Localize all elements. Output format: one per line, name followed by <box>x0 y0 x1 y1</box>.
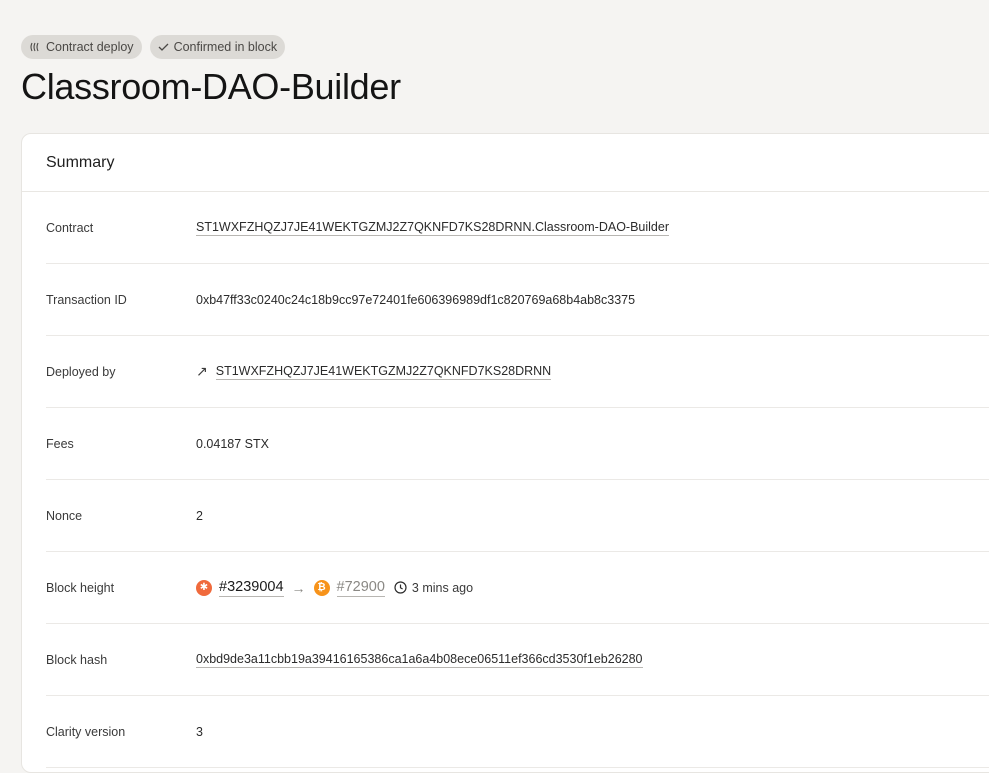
summary-row-clarity-version: Clarity version 3 <box>46 696 989 768</box>
transaction-id-value: 0xb47ff33c0240c24c18b9cc97e72401fe606396… <box>196 292 636 307</box>
contract-link[interactable]: ST1WXFZHQZJ7JE41WEKTGZMJ2Z7QKNFD7KS28DRN… <box>196 220 669 236</box>
summary-row-transaction-id: Transaction ID 0xb47ff33c0240c24c18b9cc9… <box>46 264 989 336</box>
clarity-version-value: 3 <box>196 724 203 739</box>
confirmed-label: Confirmed in block <box>173 40 278 54</box>
summary-header: Summary <box>22 134 989 192</box>
summary-row-fees: Fees 0.04187 STX <box>46 408 989 480</box>
check-icon <box>158 42 169 52</box>
bitcoin-logo-icon: ₿ <box>313 579 330 596</box>
clock-icon <box>394 581 407 594</box>
summary-row-contract: Contract ST1WXFZHQZJ7JE41WEKTGZMJ2Z7QKNF… <box>46 192 989 264</box>
fees-value: 0.04187 STX <box>196 436 269 451</box>
block-time: 3 mins ago <box>411 580 474 595</box>
stacks-block-link[interactable]: #3239004 <box>219 579 284 597</box>
stacks-logo-icon: ✱ <box>196 579 212 596</box>
summary-row-deployed-by: Deployed by ↗ ST1WXFZHQZJ7JE41WEKTGZMJ2Z… <box>46 336 989 408</box>
arrow-up-right-icon: ↗ <box>196 363 208 379</box>
page-title: Classroom-DAO-Builder <box>21 66 401 107</box>
block-hash-link[interactable]: 0xbd9de3a11cbb19a39416165386ca1a6a4b08ec… <box>196 652 643 668</box>
deployer-link[interactable]: ST1WXFZHQZJ7JE41WEKTGZMJ2Z7QKNFD7KS28DRN… <box>215 364 552 380</box>
summary-row-block-hash: Block hash 0xbd9de3a11cbb19a39416165386c… <box>46 624 989 696</box>
fees-label: Fees <box>46 436 74 451</box>
badge-group: Contract deploy Confirmed in block <box>21 35 286 59</box>
block-height-label: Block height <box>46 580 115 595</box>
summary-rows: Contract ST1WXFZHQZJ7JE41WEKTGZMJ2Z7QKNF… <box>22 192 989 768</box>
nonce-label: Nonce <box>46 508 83 523</box>
summary-row-nonce: Nonce 2 <box>46 480 989 552</box>
deployed-by-label: Deployed by <box>46 364 116 379</box>
arrow-right-icon: → <box>291 579 306 596</box>
contract-deploy-label: Contract deploy <box>46 40 134 54</box>
block-hash-label: Block hash <box>46 652 108 667</box>
summary-card: Summary Contract ST1WXFZHQZJ7JE41WEKTGZM… <box>21 133 989 773</box>
nonce-value: 2 <box>196 508 203 523</box>
summary-row-block-height: Block height ✱ #3239004 → ₿ #72900 3 min… <box>46 552 989 624</box>
confirmed-badge: Confirmed in block <box>149 35 286 59</box>
clarity-icon <box>29 42 41 52</box>
transaction-id-label: Transaction ID <box>46 292 127 307</box>
clarity-version-label: Clarity version <box>46 724 126 739</box>
contract-deploy-badge: Contract deploy <box>21 35 142 59</box>
bitcoin-block-link[interactable]: #72900 <box>336 579 385 597</box>
contract-label: Contract <box>46 220 94 235</box>
